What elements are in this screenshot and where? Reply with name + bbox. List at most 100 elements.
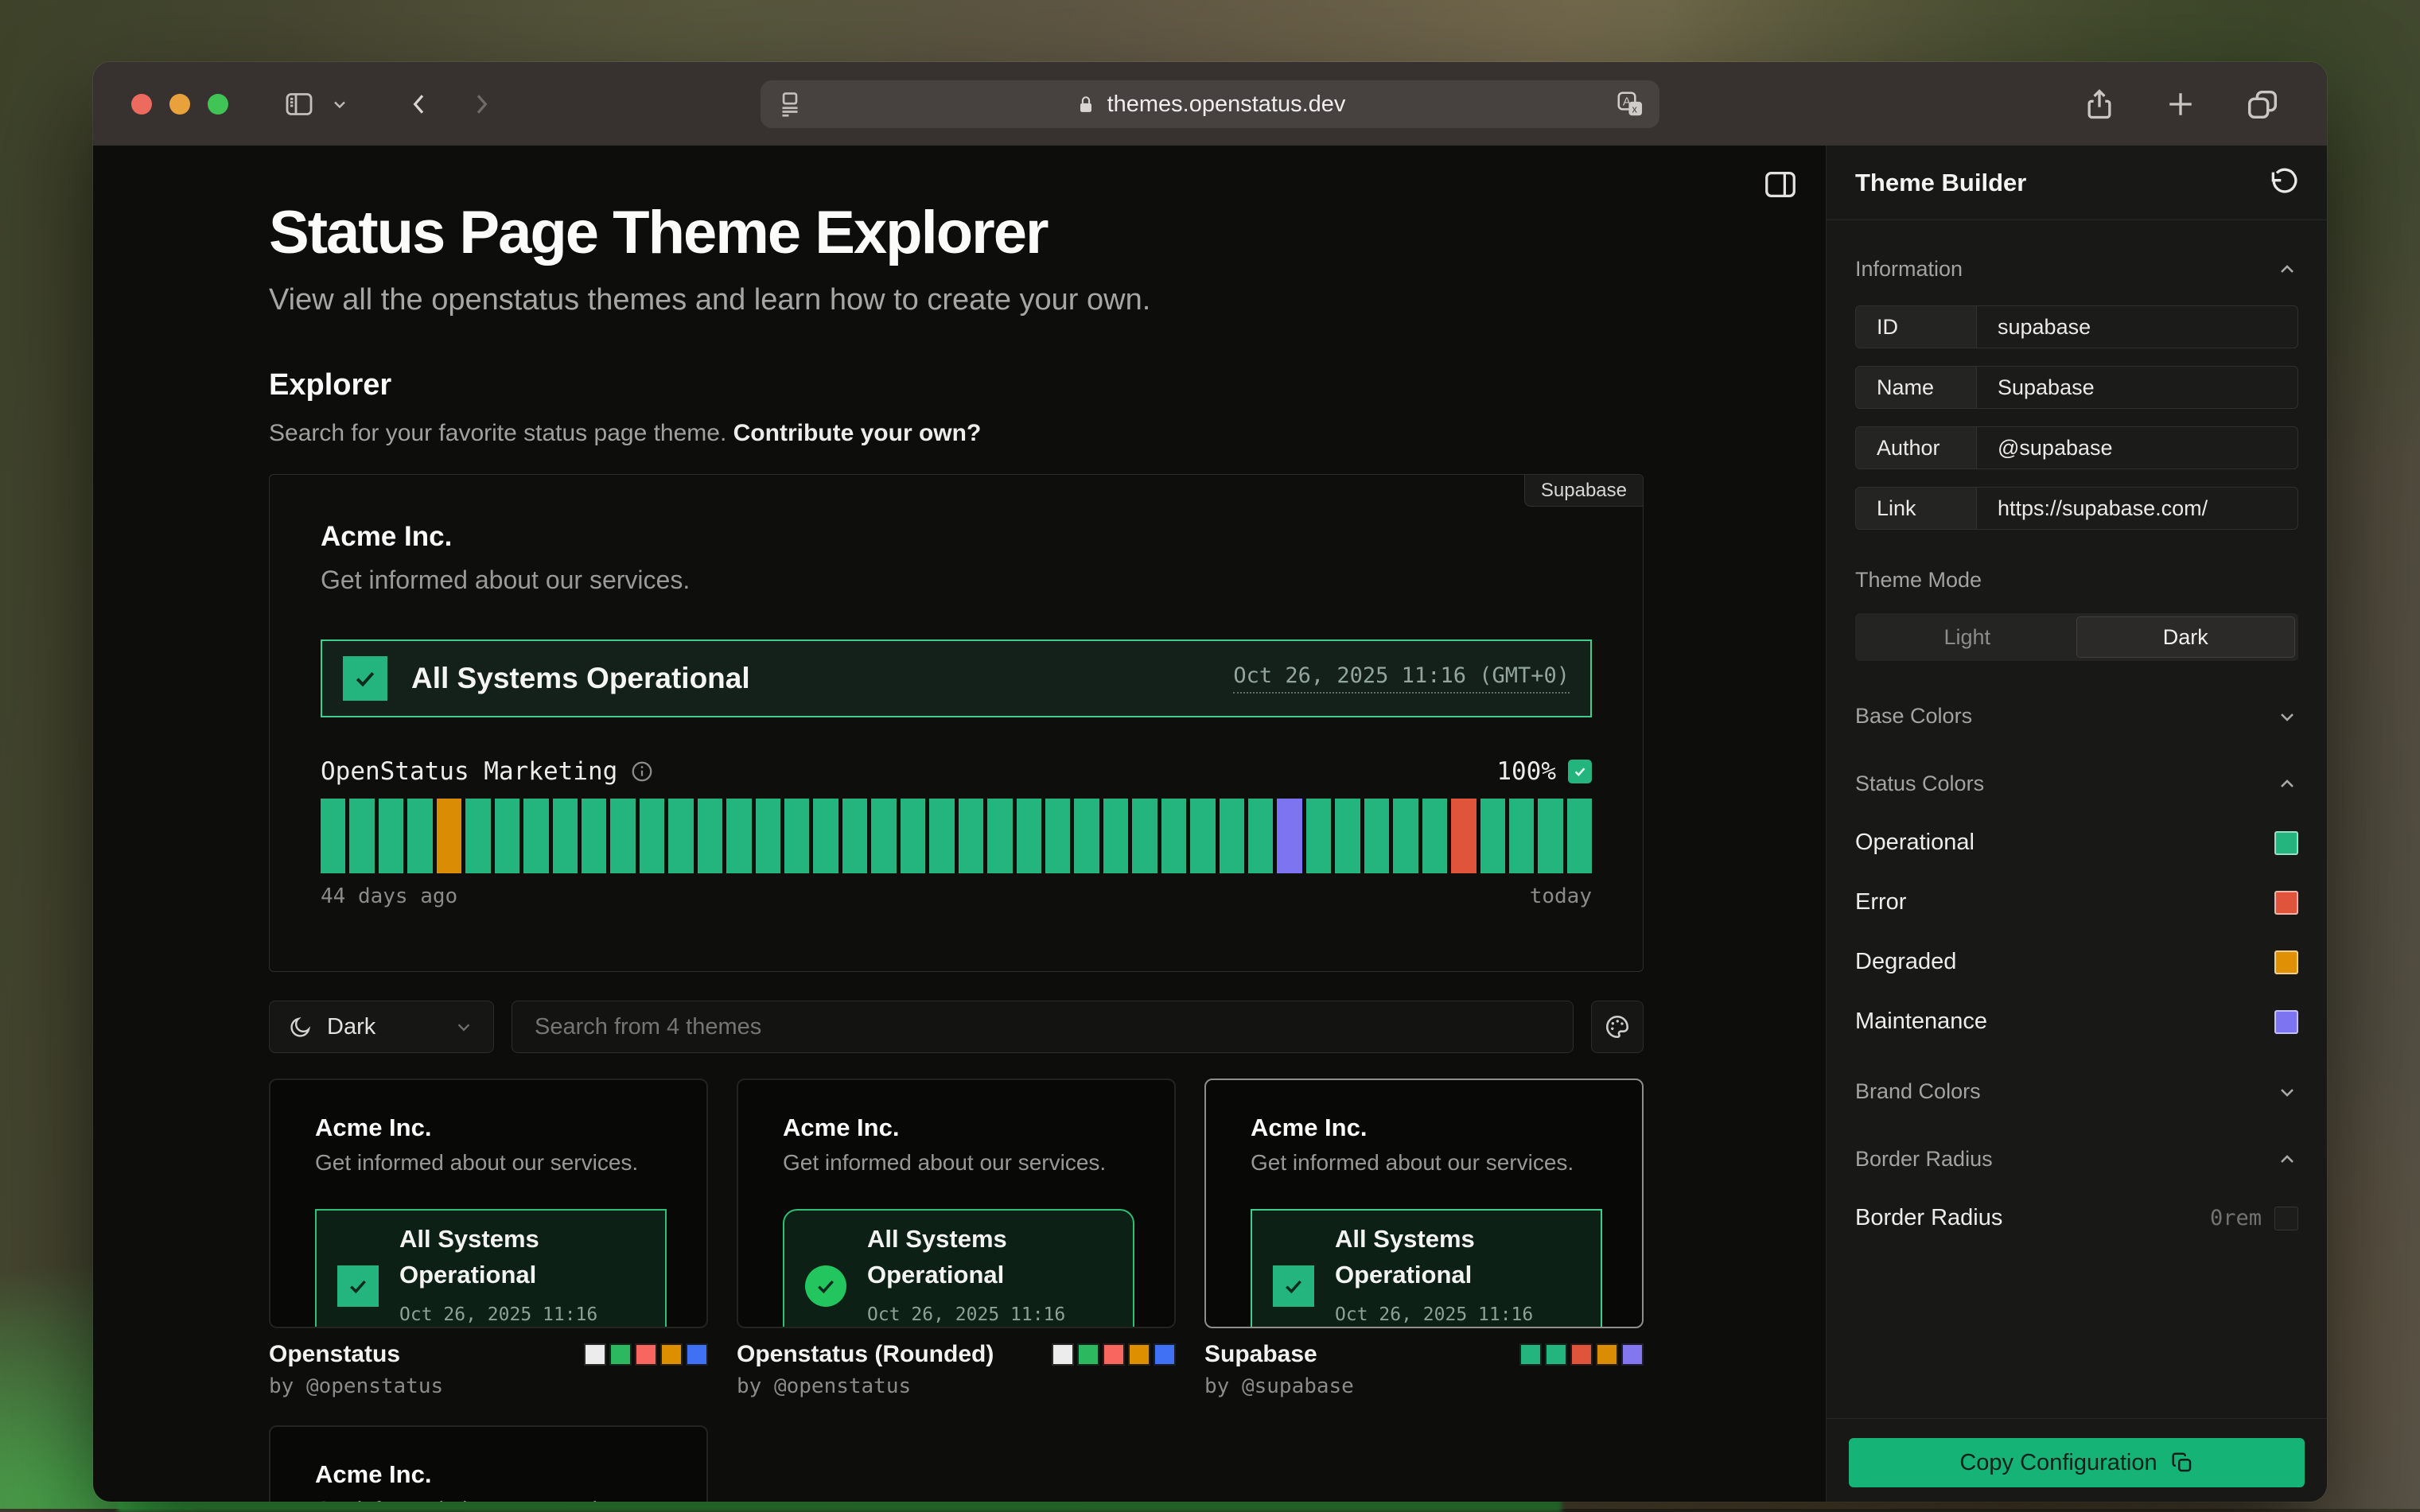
new-tab-button[interactable] <box>2163 87 2198 122</box>
uptime-bar[interactable] <box>1045 799 1070 873</box>
back-button[interactable] <box>407 86 432 122</box>
uptime-bar[interactable] <box>813 799 838 873</box>
explorer-heading: Explorer <box>269 368 1644 402</box>
uptime-bar[interactable] <box>379 799 403 873</box>
copy-configuration-button[interactable]: Copy Configuration <box>1849 1438 2305 1487</box>
theme-builder-panel-toggle[interactable] <box>1762 166 1799 203</box>
uptime-bar[interactable] <box>1220 799 1244 873</box>
uptime-bar[interactable] <box>1190 799 1215 873</box>
uptime-bar[interactable] <box>1248 799 1273 873</box>
uptime-bar[interactable] <box>349 799 374 873</box>
theme-swatches <box>1052 1343 1176 1366</box>
theme-mode-light[interactable]: Light <box>1858 616 2076 658</box>
uptime-bar[interactable] <box>901 799 925 873</box>
section-border-radius[interactable]: Border Radius <box>1855 1147 2298 1172</box>
uptime-bar[interactable] <box>1335 799 1360 873</box>
theme-color-swatch <box>1545 1343 1567 1366</box>
uptime-bar[interactable] <box>842 799 867 873</box>
info-icon[interactable] <box>630 760 654 783</box>
theme-name[interactable]: Supabase <box>1204 1341 1317 1368</box>
reader-view-icon[interactable] <box>775 89 805 119</box>
reset-theme-button[interactable] <box>2266 167 2298 199</box>
uptime-bar[interactable] <box>640 799 664 873</box>
uptime-bar[interactable] <box>1567 799 1592 873</box>
uptime-bar[interactable] <box>1364 799 1389 873</box>
theme-name[interactable]: Openstatus <box>269 1341 400 1368</box>
uptime-bar[interactable] <box>321 799 345 873</box>
preview-tagline: Get informed about our services. <box>321 566 1592 595</box>
theme-mode-dark[interactable]: Dark <box>2076 616 2296 658</box>
uptime-bar[interactable] <box>1451 799 1476 873</box>
theme-card-partial[interactable]: Acme Inc. Get informed about our service… <box>269 1425 708 1502</box>
field-row-link: Link https://supabase.com/ <box>1855 487 2298 530</box>
section-information[interactable]: Information <box>1855 257 2298 282</box>
uptime-bar[interactable] <box>1277 799 1301 873</box>
uptime-bar[interactable] <box>1480 799 1505 873</box>
field-label: ID <box>1856 306 1977 348</box>
tab-overview-button[interactable] <box>2244 86 2281 122</box>
uptime-bar[interactable] <box>959 799 983 873</box>
section-status-colors[interactable]: Status Colors <box>1855 772 2298 796</box>
uptime-bar[interactable] <box>437 799 461 873</box>
uptime-bar[interactable] <box>929 799 954 873</box>
share-button[interactable] <box>2082 84 2117 124</box>
palette-button[interactable] <box>1591 1001 1644 1053</box>
translate-icon[interactable]: A x <box>1615 89 1645 119</box>
browser-sidebar-toggle-button[interactable] <box>281 88 317 120</box>
border-radius-input[interactable] <box>2274 1207 2298 1230</box>
zoom-window-button[interactable] <box>208 94 228 115</box>
uptime-bar[interactable] <box>465 799 490 873</box>
uptime-bar[interactable] <box>1306 799 1331 873</box>
forward-button[interactable] <box>469 86 494 122</box>
theme-card-supabase[interactable]: Acme Inc. Get informed about our service… <box>1204 1079 1644 1328</box>
uptime-bar[interactable] <box>495 799 519 873</box>
uptime-bar[interactable] <box>784 799 809 873</box>
uptime-bar[interactable] <box>871 799 896 873</box>
color-picker-swatch[interactable] <box>2274 891 2298 915</box>
address-bar[interactable]: themes.openstatus.dev A x <box>761 80 1659 128</box>
color-picker-swatch[interactable] <box>2274 1010 2298 1034</box>
section-base-colors[interactable]: Base Colors <box>1855 704 2298 729</box>
uptime-bar[interactable] <box>523 799 548 873</box>
theme-card-openstatus[interactable]: Acme Inc. Get informed about our service… <box>269 1079 708 1328</box>
contribute-link[interactable]: Contribute your own? <box>733 420 982 446</box>
field-value-input[interactable]: supabase <box>1977 306 2297 348</box>
status-banner-timestamp[interactable]: Oct 26, 2025 11:16 (GMT+0) <box>1233 663 1570 694</box>
theme-builder-title: Theme Builder <box>1855 169 2026 197</box>
theme-builder-footer: Copy Configuration <box>1827 1418 2327 1502</box>
uptime-bar[interactable] <box>1017 799 1041 873</box>
uptime-bar[interactable] <box>1393 799 1418 873</box>
status-color-error: Error <box>1855 889 2298 915</box>
uptime-bar[interactable] <box>668 799 693 873</box>
theme-card-openstatus-rounded[interactable]: Acme Inc. Get informed about our service… <box>737 1079 1176 1328</box>
section-brand-colors[interactable]: Brand Colors <box>1855 1079 2298 1104</box>
uptime-bar[interactable] <box>1161 799 1186 873</box>
uptime-bar[interactable] <box>553 799 578 873</box>
uptime-bar[interactable] <box>1074 799 1099 873</box>
uptime-bar[interactable] <box>582 799 606 873</box>
card-status-banner: All SystemsOperational Oct 26, 2025 11:1… <box>1251 1209 1602 1328</box>
uptime-bar[interactable] <box>1132 799 1157 873</box>
field-label: Link <box>1856 488 1977 529</box>
theme-search-input[interactable] <box>535 1014 1550 1040</box>
theme-mode-select[interactable]: Dark <box>269 1001 494 1053</box>
uptime-bar[interactable] <box>698 799 722 873</box>
uptime-bar[interactable] <box>756 799 780 873</box>
uptime-bar[interactable] <box>726 799 751 873</box>
sidebar-menu-chevron[interactable] <box>330 95 349 114</box>
theme-name[interactable]: Openstatus (Rounded) <box>737 1341 994 1368</box>
color-picker-swatch[interactable] <box>2274 950 2298 974</box>
uptime-bar[interactable] <box>407 799 432 873</box>
uptime-bar[interactable] <box>1509 799 1534 873</box>
uptime-bar[interactable] <box>1538 799 1562 873</box>
uptime-bar[interactable] <box>987 799 1012 873</box>
uptime-bar[interactable] <box>610 799 635 873</box>
uptime-bar[interactable] <box>1422 799 1447 873</box>
field-value-input[interactable]: https://supabase.com/ <box>1977 488 2297 529</box>
field-value-input[interactable]: Supabase <box>1977 367 2297 408</box>
field-value-input[interactable]: @supabase <box>1977 427 2297 468</box>
color-picker-swatch[interactable] <box>2274 831 2298 855</box>
uptime-bar[interactable] <box>1103 799 1128 873</box>
minimize-window-button[interactable] <box>169 94 190 115</box>
close-window-button[interactable] <box>131 94 152 115</box>
